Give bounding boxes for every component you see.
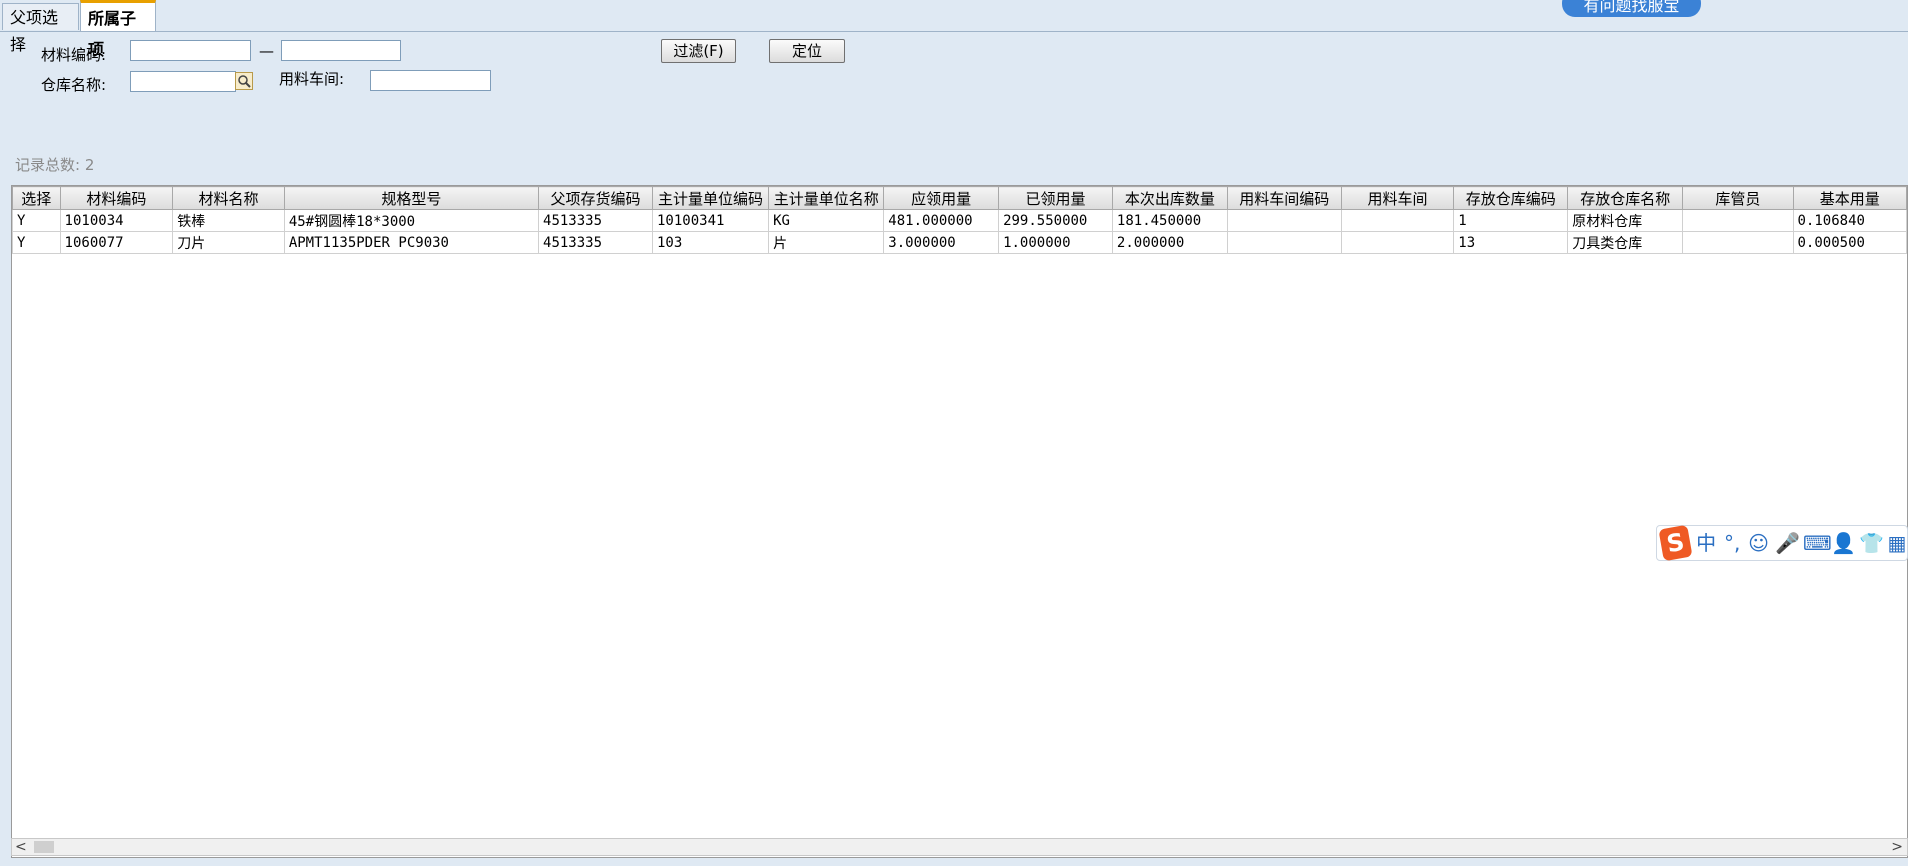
table-cell[interactable]: [1226, 209, 1342, 232]
table-cell[interactable]: 299.550000: [998, 209, 1113, 232]
table-cell[interactable]: 4513335: [538, 231, 653, 254]
table-cell[interactable]: 3.000000: [883, 231, 1000, 254]
table-cell[interactable]: 1010034: [59, 209, 174, 232]
table-cell[interactable]: [1226, 231, 1342, 254]
column-header[interactable]: 材料编码: [59, 186, 174, 210]
locate-button[interactable]: 定位: [769, 39, 845, 63]
table-cell[interactable]: 13: [1453, 231, 1569, 254]
horizontal-scrollbar[interactable]: < >: [11, 838, 1908, 856]
column-header[interactable]: 主计量单位名称: [768, 186, 885, 210]
table-cell[interactable]: 10100341: [651, 209, 770, 232]
column-header[interactable]: 库管员: [1682, 186, 1794, 210]
column-header[interactable]: 应领用量: [883, 186, 1000, 210]
material-code-label: 材料编码:: [41, 46, 107, 64]
table-cell[interactable]: [1340, 209, 1455, 232]
table-cell[interactable]: 103: [651, 231, 770, 254]
column-header[interactable]: 基本用量: [1792, 186, 1907, 210]
warehouse-lookup-icon[interactable]: [235, 72, 253, 90]
column-header[interactable]: 父项存货编码: [538, 186, 653, 210]
table-cell[interactable]: KG: [768, 209, 885, 232]
ime-mode-chinese[interactable]: 中: [1696, 530, 1716, 556]
table-cell[interactable]: [1682, 231, 1794, 254]
table-cell[interactable]: 原材料仓库: [1567, 209, 1684, 232]
column-header[interactable]: 存放仓库名称: [1567, 186, 1684, 210]
table-cell[interactable]: Y: [12, 231, 61, 254]
workshop-label: 用料车间:: [279, 70, 345, 88]
workshop-input[interactable]: [370, 70, 491, 91]
sogou-logo-icon[interactable]: S: [1658, 524, 1693, 562]
table-cell[interactable]: 45#钢圆棒18*3000: [283, 209, 540, 232]
warehouse-label: 仓库名称:: [41, 76, 107, 94]
emoji-icon[interactable]: ☺: [1748, 530, 1769, 556]
filter-button[interactable]: 过滤(F): [661, 39, 736, 63]
material-code-to-input[interactable]: [281, 40, 401, 61]
column-header[interactable]: 用料车间编码: [1226, 186, 1342, 210]
grid-header-row: 选择 材料编码 材料名称 规格型号 父项存货编码 主计量单位编码 主计量单位名称 应领用量 已领…: [12, 186, 1907, 210]
table-cell[interactable]: 刀具类仓库: [1567, 231, 1684, 254]
grid-icon[interactable]: ▦: [1887, 530, 1907, 556]
table-cell[interactable]: 181.450000: [1111, 209, 1228, 232]
table-cell[interactable]: APMT1135PDER PC9030: [283, 231, 540, 254]
column-header[interactable]: 存放仓库编码: [1453, 186, 1569, 210]
range-dash: —: [259, 42, 274, 60]
table-cell[interactable]: 2.000000: [1111, 231, 1228, 254]
scroll-right-icon[interactable]: >: [1891, 839, 1903, 855]
tab-bar: 父项选择 所属子项 有问题找服宝: [0, 0, 1908, 59]
table-row[interactable]: Y 1010034 铁棒 45#钢圆棒18*3000 4513335 10100341 KG…: [12, 209, 1907, 232]
column-header[interactable]: 已领用量: [998, 186, 1113, 210]
ime-toolbar: S 中 °, ☺ 🎤 ⌨ 👤 👕 ▦: [1656, 524, 1908, 562]
table-cell[interactable]: 0.106840: [1792, 209, 1907, 232]
table-cell[interactable]: [1682, 209, 1794, 232]
column-header[interactable]: 材料名称: [172, 186, 285, 210]
child-items-grid: 选择 材料编码 材料名称 规格型号 父项存货编码 主计量单位编码 主计量单位名称 应领用量 已领…: [11, 185, 1908, 858]
warehouse-input[interactable]: [130, 71, 236, 92]
skin-icon[interactable]: 👕: [1859, 530, 1884, 556]
scroll-left-icon[interactable]: <: [15, 839, 27, 855]
table-cell[interactable]: 1: [1453, 209, 1569, 232]
column-header[interactable]: 主计量单位编码: [651, 186, 770, 210]
table-cell[interactable]: 0.000500: [1792, 231, 1907, 254]
material-code-from-input[interactable]: [130, 40, 251, 61]
tab-child-items[interactable]: 所属子项: [80, 0, 156, 59]
table-cell[interactable]: Y: [12, 209, 61, 232]
column-header[interactable]: 规格型号: [283, 186, 540, 210]
table-cell[interactable]: 1060077: [59, 231, 174, 254]
record-count: 记录总数: 2: [15, 156, 95, 174]
keyboard-icon[interactable]: ⌨: [1803, 530, 1832, 556]
column-header[interactable]: 用料车间: [1340, 186, 1455, 210]
table-cell[interactable]: 481.000000: [883, 209, 1000, 232]
ime-punctuation[interactable]: °,: [1722, 530, 1742, 556]
user-icon[interactable]: 👤: [1831, 530, 1856, 556]
table-row[interactable]: Y 1060077 刀片 APMT1135PDER PC9030 4513335 103 片…: [12, 231, 1907, 254]
mic-icon[interactable]: 🎤: [1775, 530, 1800, 556]
scroll-thumb[interactable]: [34, 841, 54, 853]
table-cell[interactable]: 4513335: [538, 209, 653, 232]
table-cell[interactable]: 铁棒: [172, 209, 285, 232]
table-cell[interactable]: 刀片: [172, 231, 285, 254]
column-header[interactable]: 本次出库数量: [1111, 186, 1228, 210]
table-cell[interactable]: [1340, 231, 1455, 254]
column-header[interactable]: 选择: [12, 186, 61, 210]
table-cell[interactable]: 片: [768, 231, 885, 254]
service-help-badge[interactable]: 有问题找服宝: [1562, 0, 1701, 17]
table-cell[interactable]: 1.000000: [998, 231, 1113, 254]
tab-parent-selection[interactable]: 父项选择: [2, 3, 79, 54]
grid-table: 选择 材料编码 材料名称 规格型号 父项存货编码 主计量单位编码 主计量单位名称 应领用量 已领…: [12, 186, 1907, 254]
